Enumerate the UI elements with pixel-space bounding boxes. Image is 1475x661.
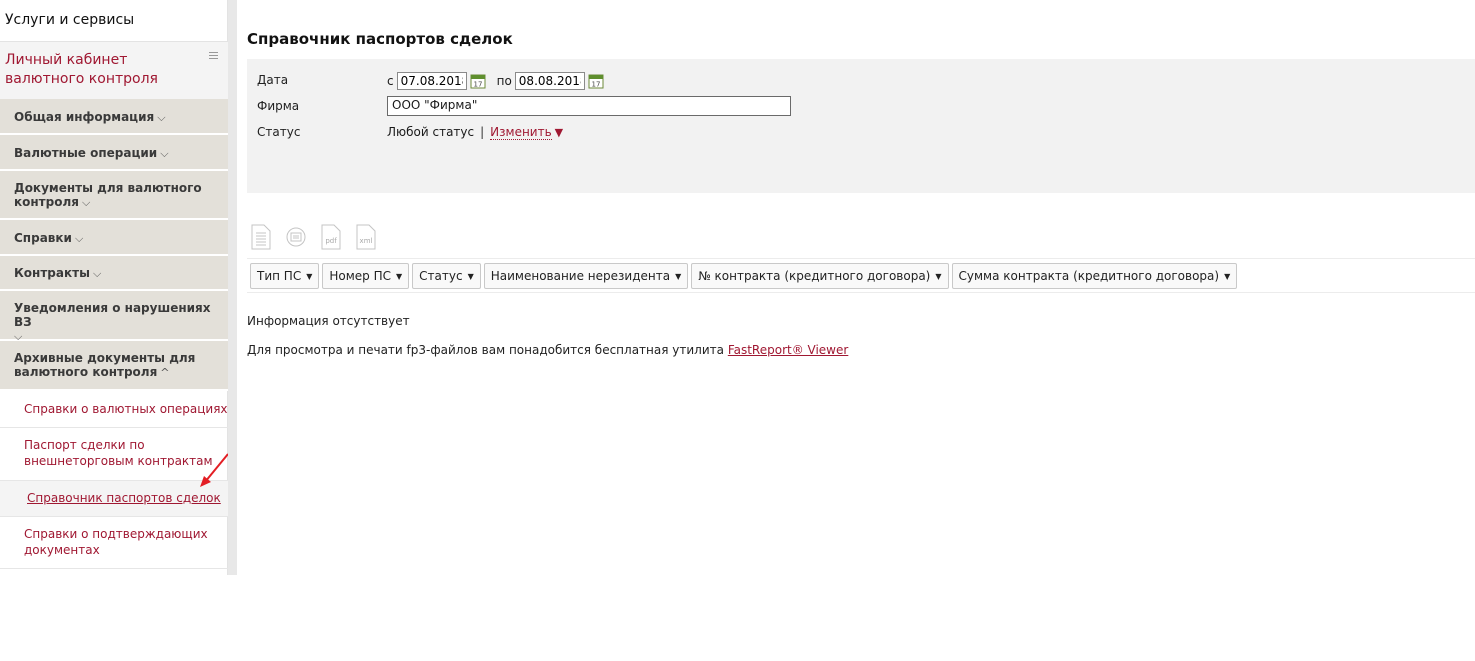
menu-icon[interactable] <box>209 52 218 60</box>
fastreport-viewer-link[interactable]: FastReport® Viewer <box>728 343 849 357</box>
print-icon[interactable] <box>285 224 307 250</box>
firm-label: Фирма <box>257 99 300 113</box>
date-from-prefix: с <box>387 74 394 88</box>
nav-group-archive-documents[interactable]: Архивные документы для валютного контрол… <box>0 341 228 391</box>
sidebar-item-label: Справки о подтверждающих <box>24 527 208 541</box>
nav-group-label: Контракты <box>14 266 90 280</box>
calendar-icon[interactable]: 17 <box>470 73 486 89</box>
fastreport-note-text: Для просмотра и печати fp3-файлов вам по… <box>247 343 724 357</box>
nav-group-certificates[interactable]: Справки ⌵ <box>0 220 228 256</box>
chevron-down-icon: ⌵ <box>81 196 91 209</box>
filter-panel: Дата с 17 по 17 Фирма ООО "Фирма" Статус… <box>247 59 1475 193</box>
date-to-prefix: по <box>496 74 512 88</box>
xml-icon[interactable]: xml <box>355 224 377 250</box>
nav-group-label: Справки <box>14 231 72 245</box>
cabinet-title[interactable]: Личный кабинет валютного контроля <box>5 51 195 89</box>
col-filter-nonresident[interactable]: Наименование нерезидента ▼ <box>483 263 689 289</box>
firm-field[interactable]: ООО "Фирма" <box>387 96 791 116</box>
chevron-up-icon: ^ <box>160 366 170 379</box>
sidebar-divider <box>228 0 237 575</box>
caret-down-icon: ▼ <box>396 271 403 281</box>
status-separator: | <box>480 125 485 139</box>
nav-group-label: Документы для валютного <box>14 181 202 195</box>
col-filter-contract-number[interactable]: № контракта (кредитного договора) ▼ <box>691 263 949 289</box>
status-label: Статус <box>257 125 301 139</box>
cabinet-title-block[interactable]: Личный кабинет валютного контроля <box>0 42 228 99</box>
column-filters: Тип ПС ▼ Номер ПС ▼ Статус ▼ Наименование н… <box>247 258 1475 293</box>
pdf-icon[interactable]: pdf <box>320 224 342 250</box>
col-filter-label: Сумма контракта (кредитного договора) <box>958 269 1220 283</box>
nav-group-label-cont: валютного контроля <box>14 365 158 379</box>
chevron-down-icon: ⌵ <box>74 232 84 245</box>
nav-group-control-documents[interactable]: Документы для валютного контроля ⌵ <box>0 171 228 220</box>
fastreport-note: Для просмотра и печати fp3-файлов вам по… <box>247 343 848 357</box>
sidebar: Услуги и сервисы Личный кабинет валютног… <box>0 0 229 575</box>
dropdown-arrow-icon[interactable]: ▼ <box>555 126 563 139</box>
chevron-down-icon: ⌵ <box>160 147 169 160</box>
date-to-input[interactable] <box>514 72 585 90</box>
nav-group-currency-operations[interactable]: Валютные операции ⌵ <box>0 135 228 171</box>
chevron-down-icon: ⌵ <box>92 267 102 280</box>
sidebar-item-passport-directory[interactable]: Справочник паспортов сделок <box>0 481 228 517</box>
col-filter-label: Статус <box>419 269 463 283</box>
date-label: Дата <box>257 73 289 87</box>
calendar-icon[interactable]: 17 <box>588 73 604 89</box>
col-filter-contract-amount[interactable]: Сумма контракта (кредитного договора) ▼ <box>951 263 1238 289</box>
col-filter-status[interactable]: Статус ▼ <box>412 263 481 289</box>
calendar-day: 17 <box>473 81 482 89</box>
nav-group-label: Архивные документы для <box>14 351 196 365</box>
sidebar-item-label: Справки о валютных операциях <box>24 402 228 416</box>
change-status-link[interactable]: Изменить <box>490 125 552 140</box>
sidebar-item-supporting-docs[interactable]: Справки о подтверждающих документах <box>0 517 228 569</box>
col-filter-label: Наименование нерезидента <box>490 269 671 283</box>
export-toolbar: pdf xml <box>250 224 390 250</box>
nav-group-label-cont: контроля <box>14 195 79 209</box>
caret-down-icon: ▼ <box>1224 271 1231 281</box>
empty-state-text: Информация отсутствует <box>247 314 410 328</box>
services-title[interactable]: Услуги и сервисы <box>0 0 228 42</box>
nav-group-violation-notices[interactable]: Уведомления о нарушениях ВЗ ⌵ <box>0 291 228 343</box>
sidebar-item-label: Справочник паспортов сделок <box>27 491 221 505</box>
caret-down-icon: ▼ <box>935 271 942 281</box>
nav-group-label: Общая информация <box>14 110 155 124</box>
col-filter-label: Тип ПС <box>257 269 302 283</box>
sidebar-item-currency-certificates[interactable]: Справки о валютных операциях <box>0 391 228 428</box>
status-row: Любой статус | Изменить ▼ <box>387 125 563 140</box>
nav-group-contracts[interactable]: Контракты ⌵ <box>0 256 228 291</box>
col-filter-ps-type[interactable]: Тип ПС ▼ <box>250 263 320 289</box>
chevron-down-icon: ⌵ <box>157 111 166 124</box>
calendar-day: 17 <box>591 81 600 89</box>
pdf-label: pdf <box>325 237 337 245</box>
caret-down-icon: ▼ <box>306 271 313 281</box>
col-filter-label: Номер ПС <box>329 269 391 283</box>
document-icon[interactable] <box>250 224 272 250</box>
nav-group-general-info[interactable]: Общая информация ⌵ <box>0 99 228 135</box>
sidebar-item-deal-passport[interactable]: Паспорт сделки по внешнеторговым контрак… <box>0 428 228 481</box>
nav-group-label: Уведомления о нарушениях ВЗ <box>14 301 211 329</box>
date-range: с 17 по 17 <box>387 71 615 91</box>
date-from-input[interactable] <box>396 72 467 90</box>
xml-label: xml <box>360 237 373 245</box>
sidebar-item-label: Паспорт сделки по <box>24 438 145 452</box>
caret-down-icon: ▼ <box>675 271 682 281</box>
caret-down-icon: ▼ <box>467 271 474 281</box>
sidebar-item-label-cont: документах <box>24 543 100 557</box>
status-value: Любой статус <box>387 125 475 139</box>
main-content: Справочник паспортов сделок Дата с 17 по… <box>237 0 1475 661</box>
col-filter-label: № контракта (кредитного договора) <box>698 269 931 283</box>
page-title: Справочник паспортов сделок <box>247 30 513 48</box>
nav-group-label: Валютные операции <box>14 146 158 160</box>
col-filter-ps-number[interactable]: Номер ПС ▼ <box>322 263 410 289</box>
